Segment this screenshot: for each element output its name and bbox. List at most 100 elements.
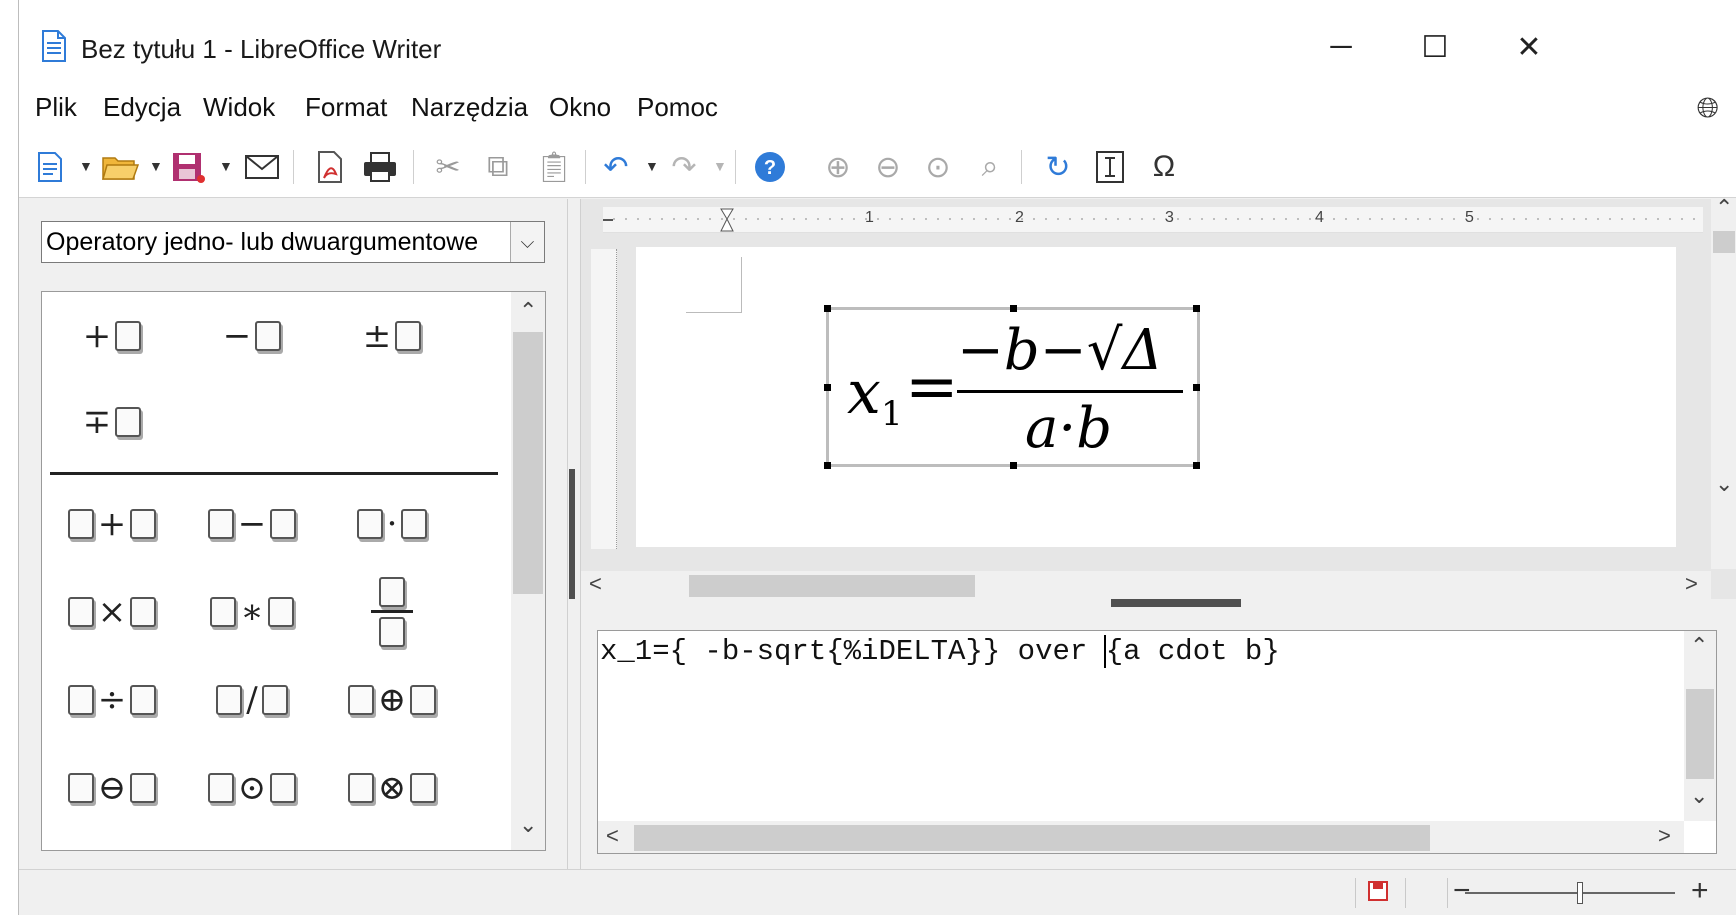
save-dropdown-arrow-icon[interactable]: ▼ xyxy=(219,158,233,174)
toolbar-separator xyxy=(293,150,294,184)
menu-pomoc[interactable]: Pomoc xyxy=(637,92,718,123)
menu-format[interactable]: Format xyxy=(305,92,387,123)
document-hscroll-thumb[interactable] xyxy=(689,575,975,597)
formula-object[interactable]: x 1 = −b−√Δ a·b xyxy=(824,305,1200,469)
resize-handle[interactable] xyxy=(1193,462,1200,469)
formula-command-editor[interactable]: x_1={ -b-sqrt{%iDELTA}} over {a cdot b} … xyxy=(597,630,1717,854)
command-horizontal-scrollbar[interactable]: < > xyxy=(598,821,1684,853)
element-binary-minus[interactable]: − xyxy=(192,494,312,554)
elements-scroll-thumb[interactable] xyxy=(513,332,543,594)
zoom-fit-icon[interactable]: ⌕ xyxy=(969,146,1011,188)
zoom-slider[interactable] xyxy=(1465,892,1675,894)
scroll-down-icon[interactable]: ⌄ xyxy=(1690,783,1708,809)
cut-icon[interactable]: ✂ xyxy=(427,146,469,188)
element-binary-over[interactable] xyxy=(332,562,452,662)
print-icon[interactable] xyxy=(359,146,401,188)
element-unary-minus-plus[interactable]: ∓ xyxy=(52,392,172,452)
element-binary-odot[interactable]: ⊙ xyxy=(192,758,312,818)
elements-scrollbar[interactable]: ⌃ ⌄ xyxy=(511,292,545,850)
title-bar: Bez tytułu 1 - LibreOffice Writer ─ ☐ ✕ xyxy=(19,0,1736,80)
element-unary-minus[interactable]: − xyxy=(192,306,312,366)
export-pdf-icon[interactable] xyxy=(309,146,351,188)
element-binary-cdot[interactable]: · xyxy=(332,494,452,554)
scroll-left-icon[interactable]: < xyxy=(606,823,619,849)
update-icon[interactable]: ↻ xyxy=(1037,146,1079,188)
close-button[interactable]: ✕ xyxy=(1499,22,1559,72)
scroll-down-icon[interactable]: ⌄ xyxy=(1715,471,1733,497)
redo-dropdown-arrow-icon[interactable]: ▼ xyxy=(713,158,727,174)
document-horizontal-scrollbar[interactable]: < > xyxy=(581,571,1711,599)
command-hscroll-thumb[interactable] xyxy=(634,825,1430,851)
element-binary-plus[interactable]: + xyxy=(52,494,172,554)
menu-edycja[interactable]: Edycja xyxy=(103,92,181,123)
horizontal-ruler[interactable]: 1 2 3 4 5 xyxy=(603,207,1703,233)
resize-handle[interactable] xyxy=(824,384,831,391)
element-binary-ominus[interactable]: ⊖ xyxy=(52,758,172,818)
element-binary-otimes[interactable]: ⊗ xyxy=(332,758,452,818)
document-vscroll-thumb[interactable] xyxy=(1713,231,1735,253)
resize-handle[interactable] xyxy=(1010,462,1017,469)
document-page[interactable]: x 1 = −b−√Δ a·b xyxy=(636,247,1676,547)
zoom-in-button[interactable]: + xyxy=(1691,874,1709,908)
document-view: 1 2 3 4 5 x 1 = −b−√Δ a·b ⌃ ⌄ < > xyxy=(581,195,1736,599)
element-binary-ast[interactable]: ∗ xyxy=(192,582,312,642)
vertical-ruler[interactable] xyxy=(591,249,617,549)
zoom-slider-handle[interactable] xyxy=(1577,882,1583,904)
globe-icon[interactable]: 🌐︎ xyxy=(1697,92,1719,125)
scroll-up-icon[interactable]: ⌃ xyxy=(519,298,537,324)
resize-handle[interactable] xyxy=(1010,305,1017,312)
scroll-down-icon[interactable]: ⌄ xyxy=(519,812,537,838)
command-vertical-scrollbar[interactable]: ⌃ ⌄ xyxy=(1684,631,1716,821)
command-vscroll-thumb[interactable] xyxy=(1686,689,1714,779)
open-folder-icon[interactable] xyxy=(99,146,141,188)
maximize-button[interactable]: ☐ xyxy=(1405,22,1465,72)
element-binary-div[interactable]: ÷ xyxy=(52,670,172,730)
document-vertical-scrollbar[interactable]: ⌃ ⌄ xyxy=(1711,195,1736,569)
help-icon[interactable]: ? xyxy=(749,146,791,188)
menu-plik[interactable]: Plik xyxy=(35,92,77,123)
new-document-icon[interactable] xyxy=(29,146,71,188)
scroll-up-icon[interactable]: ⌃ xyxy=(1690,633,1708,659)
menu-okno[interactable]: Okno xyxy=(549,92,611,123)
save-icon[interactable] xyxy=(167,146,209,188)
splitter-grip[interactable] xyxy=(569,469,575,599)
redo-icon[interactable]: ↷ xyxy=(663,146,705,188)
scroll-up-icon[interactable]: ⌃ xyxy=(1715,195,1733,221)
element-binary-slash[interactable]: / xyxy=(192,670,312,730)
zoom-out-icon[interactable]: ⊖ xyxy=(867,146,909,188)
element-binary-oplus[interactable]: ⊕ xyxy=(332,670,452,730)
splitter-grip[interactable] xyxy=(1111,599,1241,607)
scroll-left-icon[interactable]: < xyxy=(589,571,602,597)
element-unary-plus-minus[interactable]: ± xyxy=(332,306,452,366)
panel-splitter[interactable] xyxy=(567,199,581,869)
menu-widok[interactable]: Widok xyxy=(203,92,275,123)
menu-narzedzia[interactable]: Narzędzia xyxy=(411,92,528,123)
new-dropdown-arrow-icon[interactable]: ▼ xyxy=(79,158,93,174)
open-dropdown-arrow-icon[interactable]: ▼ xyxy=(149,158,163,174)
mail-icon[interactable] xyxy=(241,146,283,188)
resize-handle[interactable] xyxy=(824,305,831,312)
resize-handle[interactable] xyxy=(824,462,831,469)
zoom-out-button[interactable]: − xyxy=(1453,874,1471,908)
chevron-down-icon[interactable]: ⌵ xyxy=(510,222,544,262)
scroll-right-icon[interactable]: > xyxy=(1658,823,1671,849)
formula-cursor-icon[interactable] xyxy=(1089,146,1131,188)
resize-handle[interactable] xyxy=(1193,305,1200,312)
copy-icon[interactable]: ⧉ xyxy=(477,146,519,188)
undo-dropdown-arrow-icon[interactable]: ▼ xyxy=(645,158,659,174)
undo-icon[interactable]: ↶ xyxy=(595,146,637,188)
resize-handle[interactable] xyxy=(1193,384,1200,391)
element-unary-plus[interactable]: + xyxy=(52,306,172,366)
editor-splitter[interactable] xyxy=(581,599,1736,611)
zoom-in-icon[interactable]: ⊕ xyxy=(817,146,859,188)
document-modified-icon[interactable] xyxy=(1367,880,1389,907)
command-text[interactable]: x_1={ -b-sqrt{%iDELTA}} over {a cdot b} xyxy=(600,635,1280,668)
status-separator xyxy=(1447,878,1448,908)
minimize-button[interactable]: ─ xyxy=(1311,22,1371,72)
paste-icon[interactable]: 📋︎ xyxy=(533,146,575,188)
element-binary-times[interactable]: × xyxy=(52,582,172,642)
zoom-100-icon[interactable]: ⊙ xyxy=(917,146,959,188)
symbols-icon[interactable]: Ω xyxy=(1143,146,1185,188)
category-select[interactable]: Operatory jedno- lub dwuargumentowe ⌵ xyxy=(41,221,545,263)
scroll-right-icon[interactable]: > xyxy=(1685,571,1698,597)
